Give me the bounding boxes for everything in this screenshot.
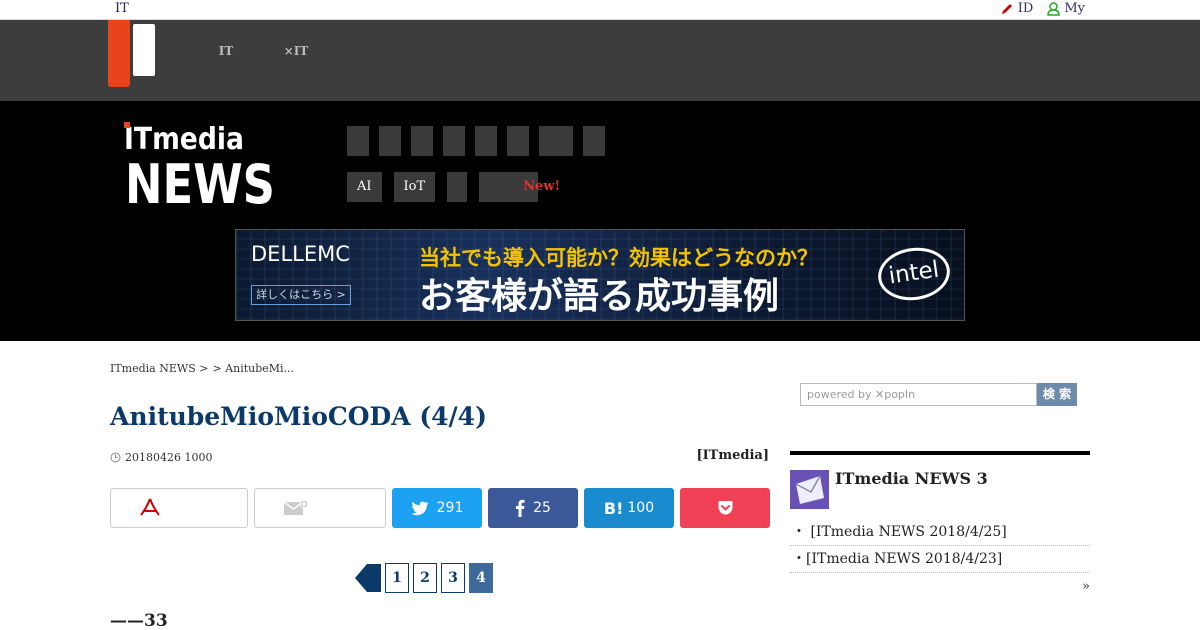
primary-nav-item[interactable] (507, 126, 529, 156)
twitter-share-button[interactable]: 291 (392, 488, 482, 528)
ranking-item-1[interactable]: ・ [ITmedia NEWS 2018/4/25] (790, 519, 1090, 546)
search-input[interactable]: powered by ✕popIn (800, 383, 1037, 406)
logo-top-text: ITmedia (124, 122, 244, 157)
ad-headline-2: お客様が語る成功事例 (419, 276, 780, 317)
portal-tab-2-line2: ×IT (283, 44, 309, 58)
itmedia-news-logo[interactable]: ITmedia NEWS (123, 119, 283, 211)
mail-add-icon (283, 499, 309, 515)
twitter-icon (410, 501, 429, 515)
portal-tab-2-line1 (278, 26, 314, 43)
topbar-my-link[interactable]: My (1047, 1, 1085, 16)
primary-nav-item[interactable] (539, 126, 573, 156)
hatena-icon: B! (603, 498, 624, 518)
page-4-button[interactable]: 4 (469, 563, 493, 593)
portal-tab-2[interactable]: ×IT (278, 26, 314, 60)
search-button[interactable]: 検 索 (1037, 383, 1077, 406)
ad-more-button[interactable]: 詳しくはこちら > (251, 285, 351, 305)
portal-tab-1-line1 (210, 26, 242, 43)
portal-tab-red[interactable] (108, 20, 130, 87)
facebook-share-button[interactable]: 25 (488, 488, 578, 528)
portal-tab-1[interactable]: IT (210, 26, 242, 60)
clock-icon (110, 452, 121, 463)
page-3-button[interactable]: 3 (441, 563, 465, 593)
ad-brand: DELLEMC (251, 242, 350, 266)
share-bar: 291 25 B! 100 (110, 488, 770, 528)
ranking-title: ITmedia NEWS 3 (835, 468, 988, 488)
breadcrumb: ITmedia NEWS > > AnitubeMi... (110, 362, 294, 375)
mail-icon (790, 469, 829, 509)
breadcrumb-current: > AnitubeMi... (212, 362, 295, 375)
new-badge: New! (523, 179, 561, 194)
primary-nav-item[interactable] (379, 126, 401, 156)
topbar-links: ID My (1000, 1, 1085, 16)
site-search: powered by ✕popIn 検 索 (800, 383, 1077, 406)
article-byline: [ITmedia] (696, 448, 769, 463)
ranking-box: ITmedia NEWS 3 ・ [ITmedia NEWS 2018/4/25… (790, 451, 1090, 594)
page-1-button[interactable]: 1 (385, 563, 409, 593)
pocket-icon (718, 501, 732, 515)
ranking-header: ITmedia NEWS 3 (790, 455, 1090, 519)
facebook-count: 25 (533, 500, 551, 516)
user-icon (1047, 1, 1061, 16)
site-header: ITmedia NEWS AI IoT New! DELLEMC 詳しくはこちら… (0, 101, 1200, 341)
nav-item-new[interactable]: New! (479, 172, 560, 202)
primary-nav-item[interactable] (443, 126, 465, 156)
prev-page-icon[interactable] (355, 564, 381, 592)
page-2-button[interactable]: 2 (413, 563, 437, 593)
nav-item-3[interactable] (447, 172, 468, 202)
hatena-bookmark-button[interactable]: B! 100 (584, 488, 674, 528)
ranking-item-2[interactable]: ・[ITmedia NEWS 2018/4/23] (790, 546, 1090, 573)
primary-nav (347, 126, 605, 156)
pdf-icon (140, 498, 160, 516)
topbar-my-label: My (1064, 1, 1085, 16)
nav-ai[interactable]: AI (347, 172, 382, 202)
portal-tab-1-line2: IT (218, 44, 234, 58)
primary-nav-item[interactable] (347, 126, 369, 156)
banner-ad[interactable]: DELLEMC 詳しくはこちら > 当社でも導入可能か？効果はどうなのか？ お客… (235, 229, 965, 321)
twitter-count: 291 (436, 500, 464, 516)
article-subhead: ——33 (110, 611, 168, 630)
hatena-count: 100 (627, 500, 655, 516)
pencil-icon (1001, 3, 1012, 14)
portal-tab-white[interactable] (133, 24, 155, 76)
topbar-brand-link[interactable]: IT (115, 1, 129, 16)
pdf-button[interactable] (110, 488, 248, 528)
facebook-icon (516, 499, 525, 517)
logo-bottom-text: NEWS (125, 153, 275, 211)
primary-nav-item[interactable] (475, 126, 497, 156)
article-date: 20180426 1000 (110, 451, 212, 464)
primary-nav-item[interactable] (411, 126, 433, 156)
portal-bar: IT ×IT (0, 20, 1200, 101)
mail-button[interactable] (254, 488, 386, 528)
topbar-id-label: ID (1017, 1, 1034, 16)
pocket-button[interactable] (680, 488, 770, 528)
article-date-text: 20180426 1000 (125, 451, 213, 464)
pagination: 1 2 3 4 (355, 563, 493, 593)
secondary-nav: AI IoT New! (347, 172, 560, 202)
breadcrumb-home[interactable]: ITmedia NEWS > (110, 362, 208, 375)
ranking-more-link[interactable]: » (790, 579, 1090, 594)
nav-iot[interactable]: IoT (393, 172, 436, 202)
topbar-id-link[interactable]: ID (1000, 1, 1034, 16)
primary-nav-item[interactable] (583, 126, 605, 156)
article-title: AnitubeMioMioCODA (4/4) (110, 402, 487, 431)
top-utility-bar: IT ID My (0, 0, 1200, 20)
